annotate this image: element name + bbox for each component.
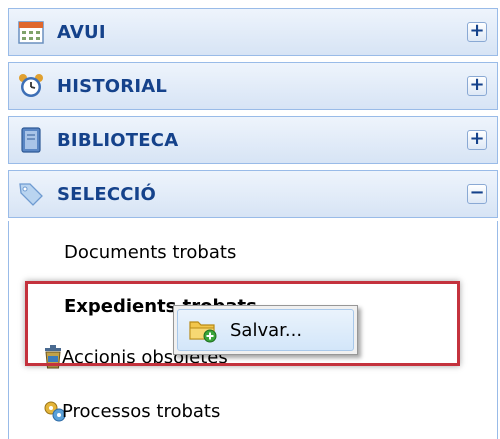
calendar-icon bbox=[17, 18, 45, 46]
list-item-documents-trobats[interactable]: Documents trobats bbox=[64, 242, 236, 263]
navigation-panel: AVUI + HISTORIAL + BIBLIOTECA + SELECCIÓ… bbox=[0, 0, 500, 439]
section-header-seleccio[interactable]: SELECCIÓ − bbox=[8, 170, 498, 218]
menu-item-label: Salvar... bbox=[230, 319, 303, 341]
expand-button[interactable]: + bbox=[467, 76, 487, 96]
section-title: BIBLIOTECA bbox=[57, 129, 179, 151]
section-title: HISTORIAL bbox=[57, 75, 168, 97]
book-icon bbox=[17, 126, 45, 154]
folder-add-icon bbox=[188, 317, 218, 343]
section-header-biblioteca[interactable]: BIBLIOTECA + bbox=[8, 116, 498, 164]
section-header-historial[interactable]: HISTORIAL + bbox=[8, 62, 498, 110]
section-header-avui[interactable]: AVUI + bbox=[8, 8, 498, 56]
section-title: AVUI bbox=[57, 21, 106, 43]
section-title: SELECCIÓ bbox=[57, 183, 157, 205]
expand-button[interactable]: + bbox=[467, 22, 487, 42]
menu-item-salvar[interactable]: Salvar... bbox=[177, 309, 354, 351]
tag-icon bbox=[17, 180, 45, 208]
collapse-button[interactable]: − bbox=[467, 184, 487, 204]
context-menu: Salvar... bbox=[173, 305, 358, 355]
expand-button[interactable]: + bbox=[467, 130, 487, 150]
list-item-processos-trobats[interactable]: Processos trobats bbox=[62, 401, 220, 422]
alarm-clock-icon bbox=[17, 72, 45, 100]
